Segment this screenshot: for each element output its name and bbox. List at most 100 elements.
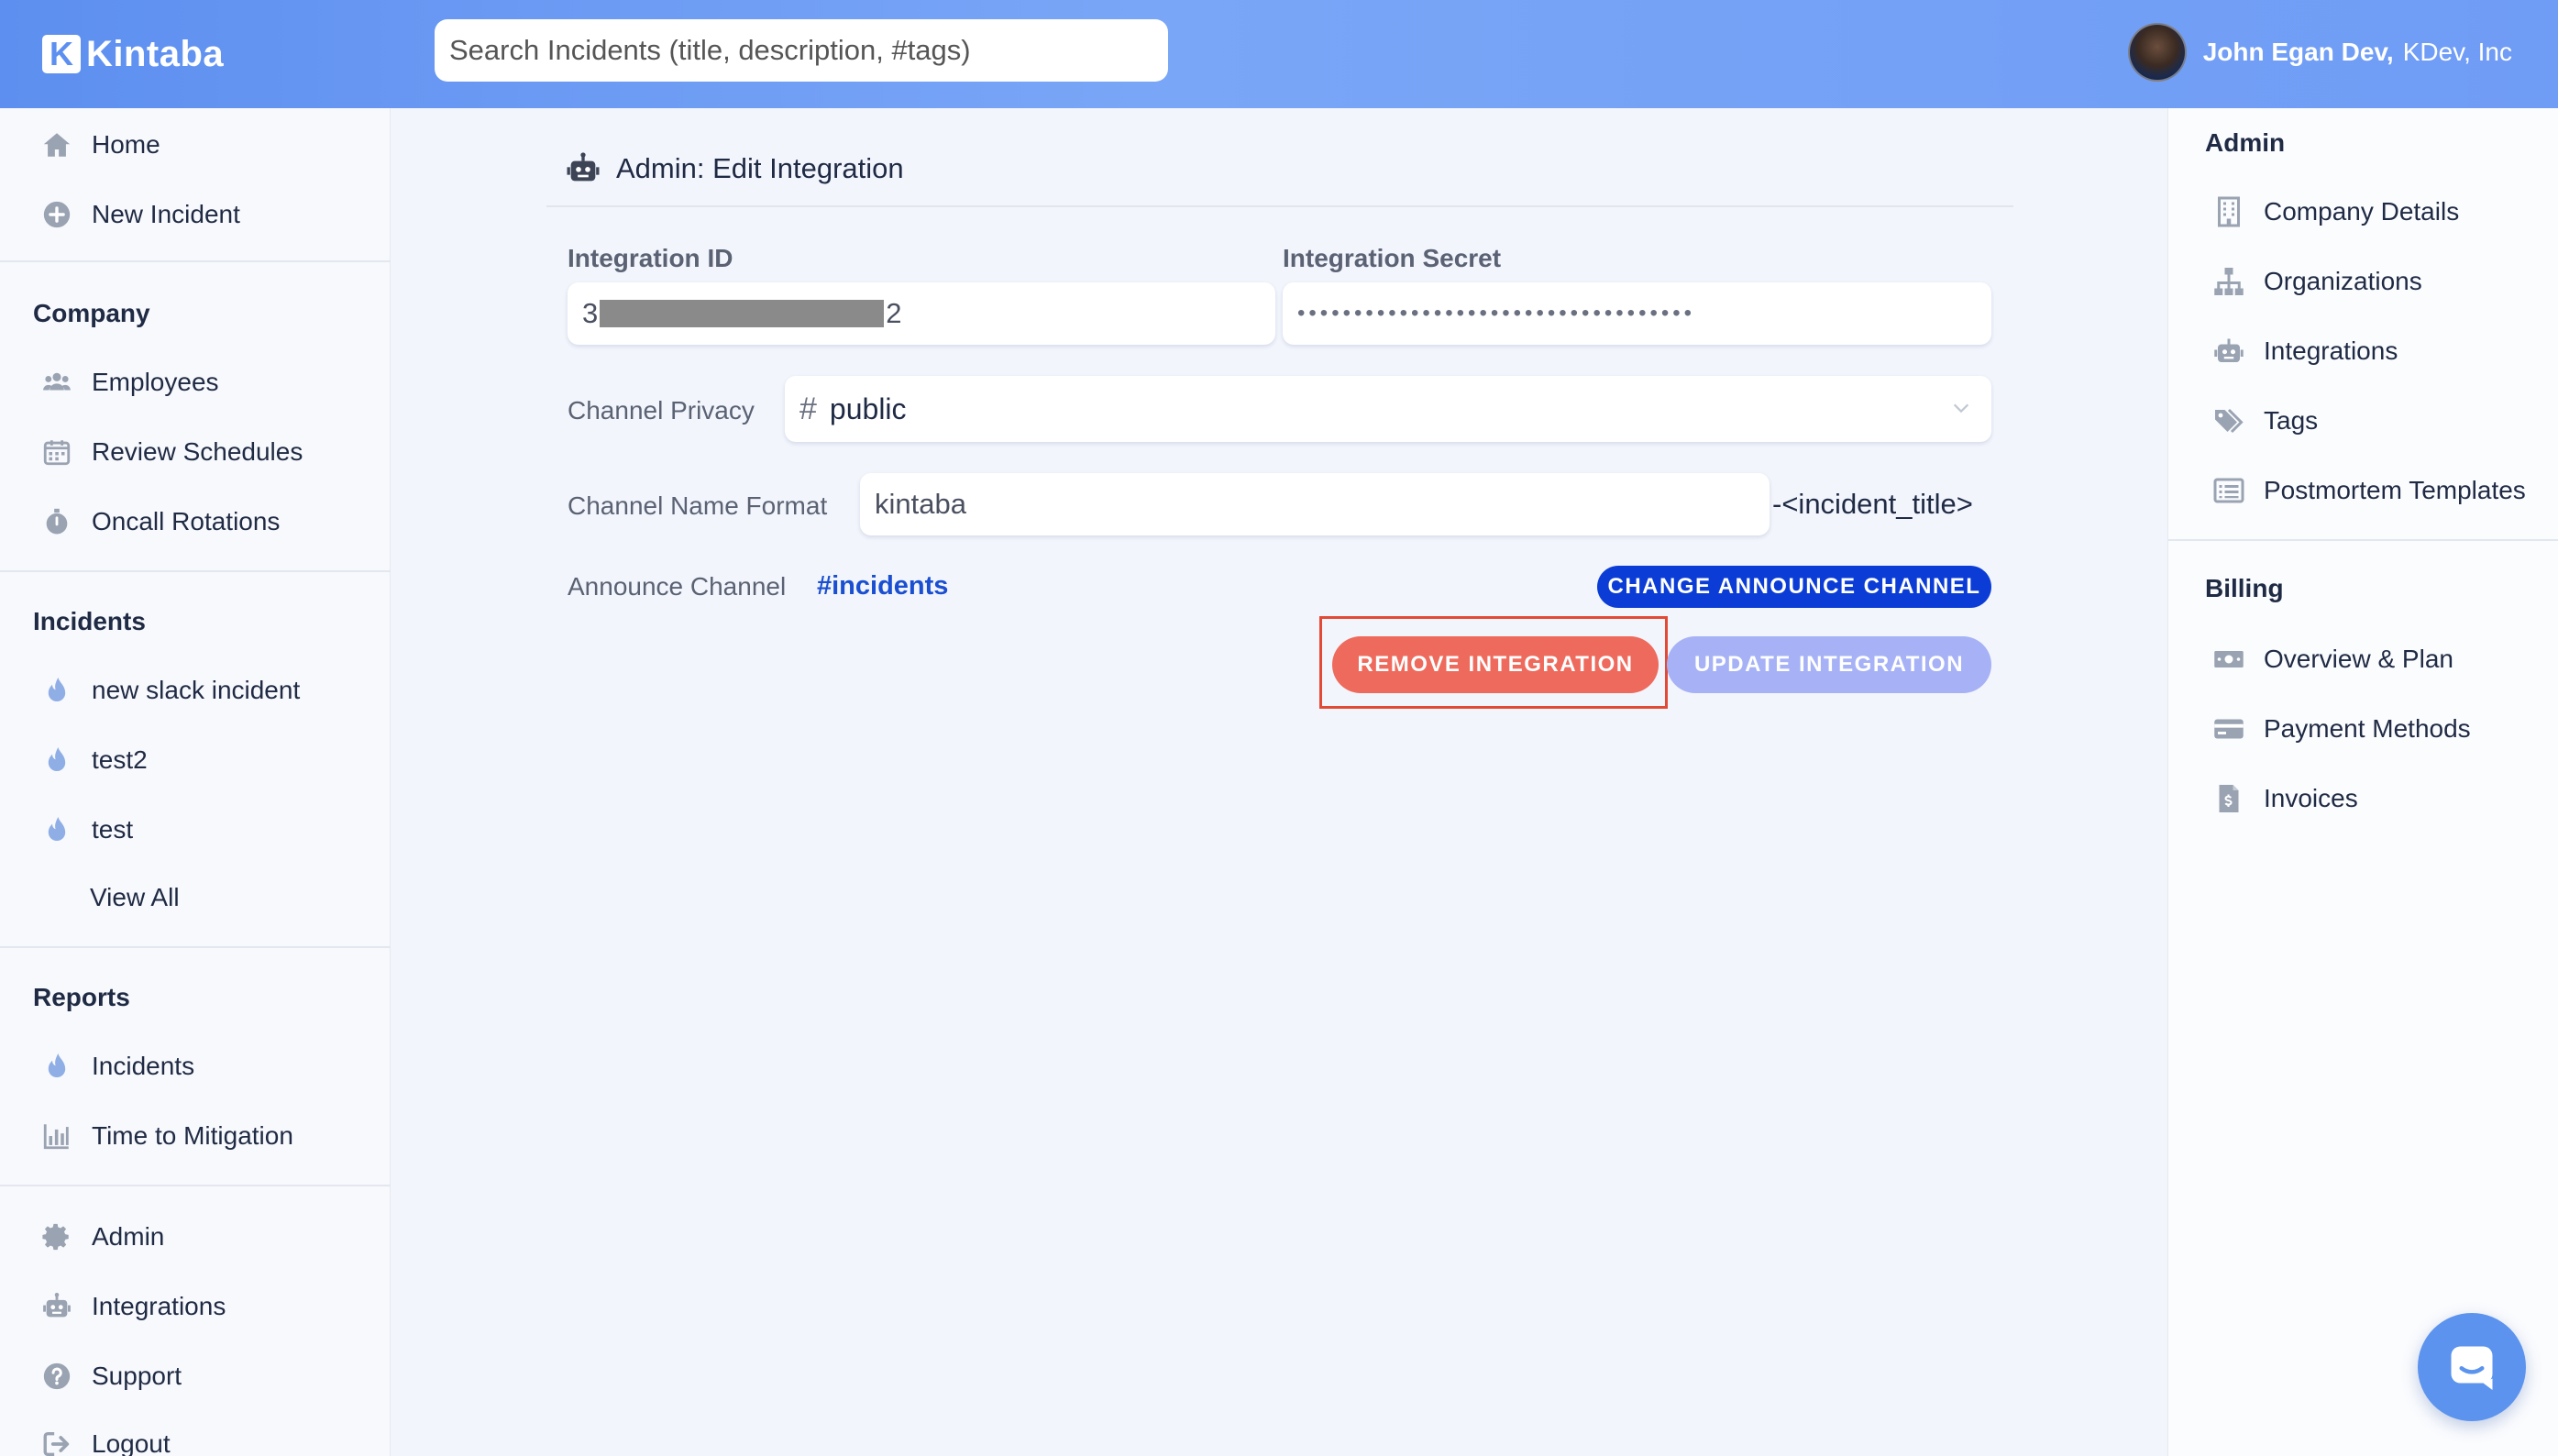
admin-item-tags[interactable]: Tags xyxy=(2212,403,2318,439)
channel-name-suffix: -<incident_title> xyxy=(1772,488,1973,520)
home-icon xyxy=(40,128,73,161)
robot-icon xyxy=(2214,338,2244,362)
sidebar-item-logout[interactable]: Logout xyxy=(40,1426,171,1456)
billing-item-invoices[interactable]: Invoices xyxy=(2212,780,2358,817)
announce-channel-link[interactable]: #incidents xyxy=(817,571,948,601)
plus-circle-icon xyxy=(40,198,73,231)
admin-item-label: Postmortem Templates xyxy=(2264,476,2526,504)
calendar-icon xyxy=(40,436,73,469)
sidebar-item-label: Incidents xyxy=(92,1052,195,1080)
admin-item-company-details[interactable]: Company Details xyxy=(2212,193,2459,230)
building-icon xyxy=(2218,196,2240,227)
search-input[interactable] xyxy=(435,19,1168,82)
sidebar-item-home[interactable]: Home xyxy=(40,127,160,163)
billing-item-label: Invoices xyxy=(2264,784,2358,812)
billing-item-payment-methods[interactable]: Payment Methods xyxy=(2212,711,2471,747)
billing-item-label: Overview & Plan xyxy=(2264,645,2453,673)
invoice-icon xyxy=(2219,785,2239,812)
admin-item-organizations[interactable]: Organizations xyxy=(2212,263,2422,300)
channel-name-format-value: kintaba xyxy=(875,488,966,520)
flame-icon xyxy=(40,813,73,846)
channel-privacy-value: public xyxy=(829,392,907,425)
sidebar-item-label: test2 xyxy=(92,745,148,774)
sidebar-item-label: Time to Mitigation xyxy=(92,1121,293,1150)
admin-item-label: Integrations xyxy=(2264,336,2398,365)
sidebar-item-label: View All xyxy=(90,883,180,911)
chat-launcher-button[interactable] xyxy=(2418,1313,2526,1421)
integration-id-label: Integration ID xyxy=(568,244,733,272)
left-sidebar: Home New Incident Company Employees Revi… xyxy=(0,108,391,1456)
admin-item-label: Organizations xyxy=(2264,267,2422,295)
sidebar-item-label: New Incident xyxy=(92,200,240,228)
channel-name-format-input[interactable]: kintaba xyxy=(860,473,1770,535)
flame-icon xyxy=(40,1050,73,1083)
admin-item-postmortem-templates[interactable]: Postmortem Templates xyxy=(2212,472,2526,509)
logo-mark: K xyxy=(42,35,81,73)
right-sidebar: Admin Company Details Organizations Inte… xyxy=(2167,108,2558,1456)
money-icon xyxy=(2214,651,2244,667)
sidebar-item-label: Oncall Rotations xyxy=(92,507,281,535)
sidebar-item-time-to-mitigation[interactable]: Time to Mitigation xyxy=(40,1118,293,1154)
divider xyxy=(0,260,391,262)
divider xyxy=(0,570,391,572)
hash-icon: # xyxy=(799,391,817,426)
sidebar-item-employees[interactable]: Employees xyxy=(40,364,219,401)
section-title-company: Company xyxy=(33,299,150,327)
divider xyxy=(0,1185,391,1186)
divider xyxy=(2168,539,2558,541)
sidebar-item-integrations[interactable]: Integrations xyxy=(40,1288,226,1325)
divider xyxy=(0,946,391,948)
sidebar-item-oncall-rotations[interactable]: Oncall Rotations xyxy=(40,503,280,540)
sidebar-item-review-schedules[interactable]: Review Schedules xyxy=(40,434,303,470)
redaction-bar xyxy=(600,300,885,327)
admin-item-label: Tags xyxy=(2264,406,2319,435)
users-icon xyxy=(40,366,73,399)
change-announce-channel-button[interactable]: CHANGE ANNOUNCE CHANNEL xyxy=(1597,566,1991,608)
integration-id-suffix: 2 xyxy=(886,297,902,329)
user-menu[interactable]: John Egan Dev, KDev, Inc xyxy=(2127,20,2512,84)
sidebar-item-support[interactable]: Support xyxy=(40,1358,182,1395)
channel-privacy-select[interactable]: # public xyxy=(785,376,1991,442)
sidebar-item-incident-test[interactable]: test xyxy=(40,811,133,848)
flame-icon xyxy=(40,674,73,707)
robot-icon xyxy=(40,1290,73,1323)
sidebar-item-admin[interactable]: Admin xyxy=(40,1219,164,1255)
announce-channel-label: Announce Channel xyxy=(568,572,787,601)
channel-name-format-label: Channel Name Format xyxy=(568,491,828,520)
logo[interactable]: K Kintaba xyxy=(42,31,224,77)
admin-item-label: Company Details xyxy=(2264,197,2460,226)
org-chart-icon xyxy=(2214,268,2244,295)
sidebar-item-label: Logout xyxy=(92,1429,171,1456)
divider xyxy=(546,205,2013,207)
integration-id-field[interactable]: 3 2 xyxy=(568,282,1275,345)
sidebar-item-label: Home xyxy=(92,130,160,159)
update-integration-button[interactable]: UPDATE INTEGRATION xyxy=(1667,636,1991,693)
user-company: KDev, Inc xyxy=(2402,38,2512,66)
credit-card-icon xyxy=(2214,719,2244,739)
sidebar-item-label: Admin xyxy=(92,1222,165,1251)
channel-privacy-label: Channel Privacy xyxy=(568,396,755,425)
integration-secret-field[interactable]: ••••••••••••••••••••••••••••••••••• xyxy=(1283,282,1991,345)
sidebar-item-new-incident[interactable]: New Incident xyxy=(40,196,240,233)
sidebar-item-report-incidents[interactable]: Incidents xyxy=(40,1048,194,1085)
sidebar-item-incident-new-slack-incident[interactable]: new slack incident xyxy=(40,672,300,709)
sidebar-item-label: Integrations xyxy=(92,1292,226,1320)
list-icon xyxy=(2213,478,2244,503)
section-title-billing: Billing xyxy=(2205,574,2284,602)
sidebar-item-view-all[interactable]: View All xyxy=(40,879,180,916)
sidebar-item-label: Review Schedules xyxy=(92,437,303,466)
robot-icon xyxy=(567,152,600,182)
logo-text: Kintaba xyxy=(86,33,225,74)
avatar[interactable] xyxy=(2127,23,2187,82)
page-title-text: Admin: Edit Integration xyxy=(616,152,904,184)
gear-icon xyxy=(40,1220,73,1253)
sidebar-item-label: new slack incident xyxy=(92,676,301,704)
section-title-reports: Reports xyxy=(33,983,130,1011)
remove-integration-button[interactable]: REMOVE INTEGRATION xyxy=(1332,636,1659,693)
top-bar: K Kintaba John Egan Dev, KDev, Inc xyxy=(0,0,2558,108)
admin-item-integrations[interactable]: Integrations xyxy=(2212,333,2398,370)
sidebar-item-label: Support xyxy=(92,1362,182,1390)
logout-icon xyxy=(40,1428,73,1456)
sidebar-item-incident-test2[interactable]: test2 xyxy=(40,742,148,778)
billing-item-overview-plan[interactable]: Overview & Plan xyxy=(2212,641,2453,678)
